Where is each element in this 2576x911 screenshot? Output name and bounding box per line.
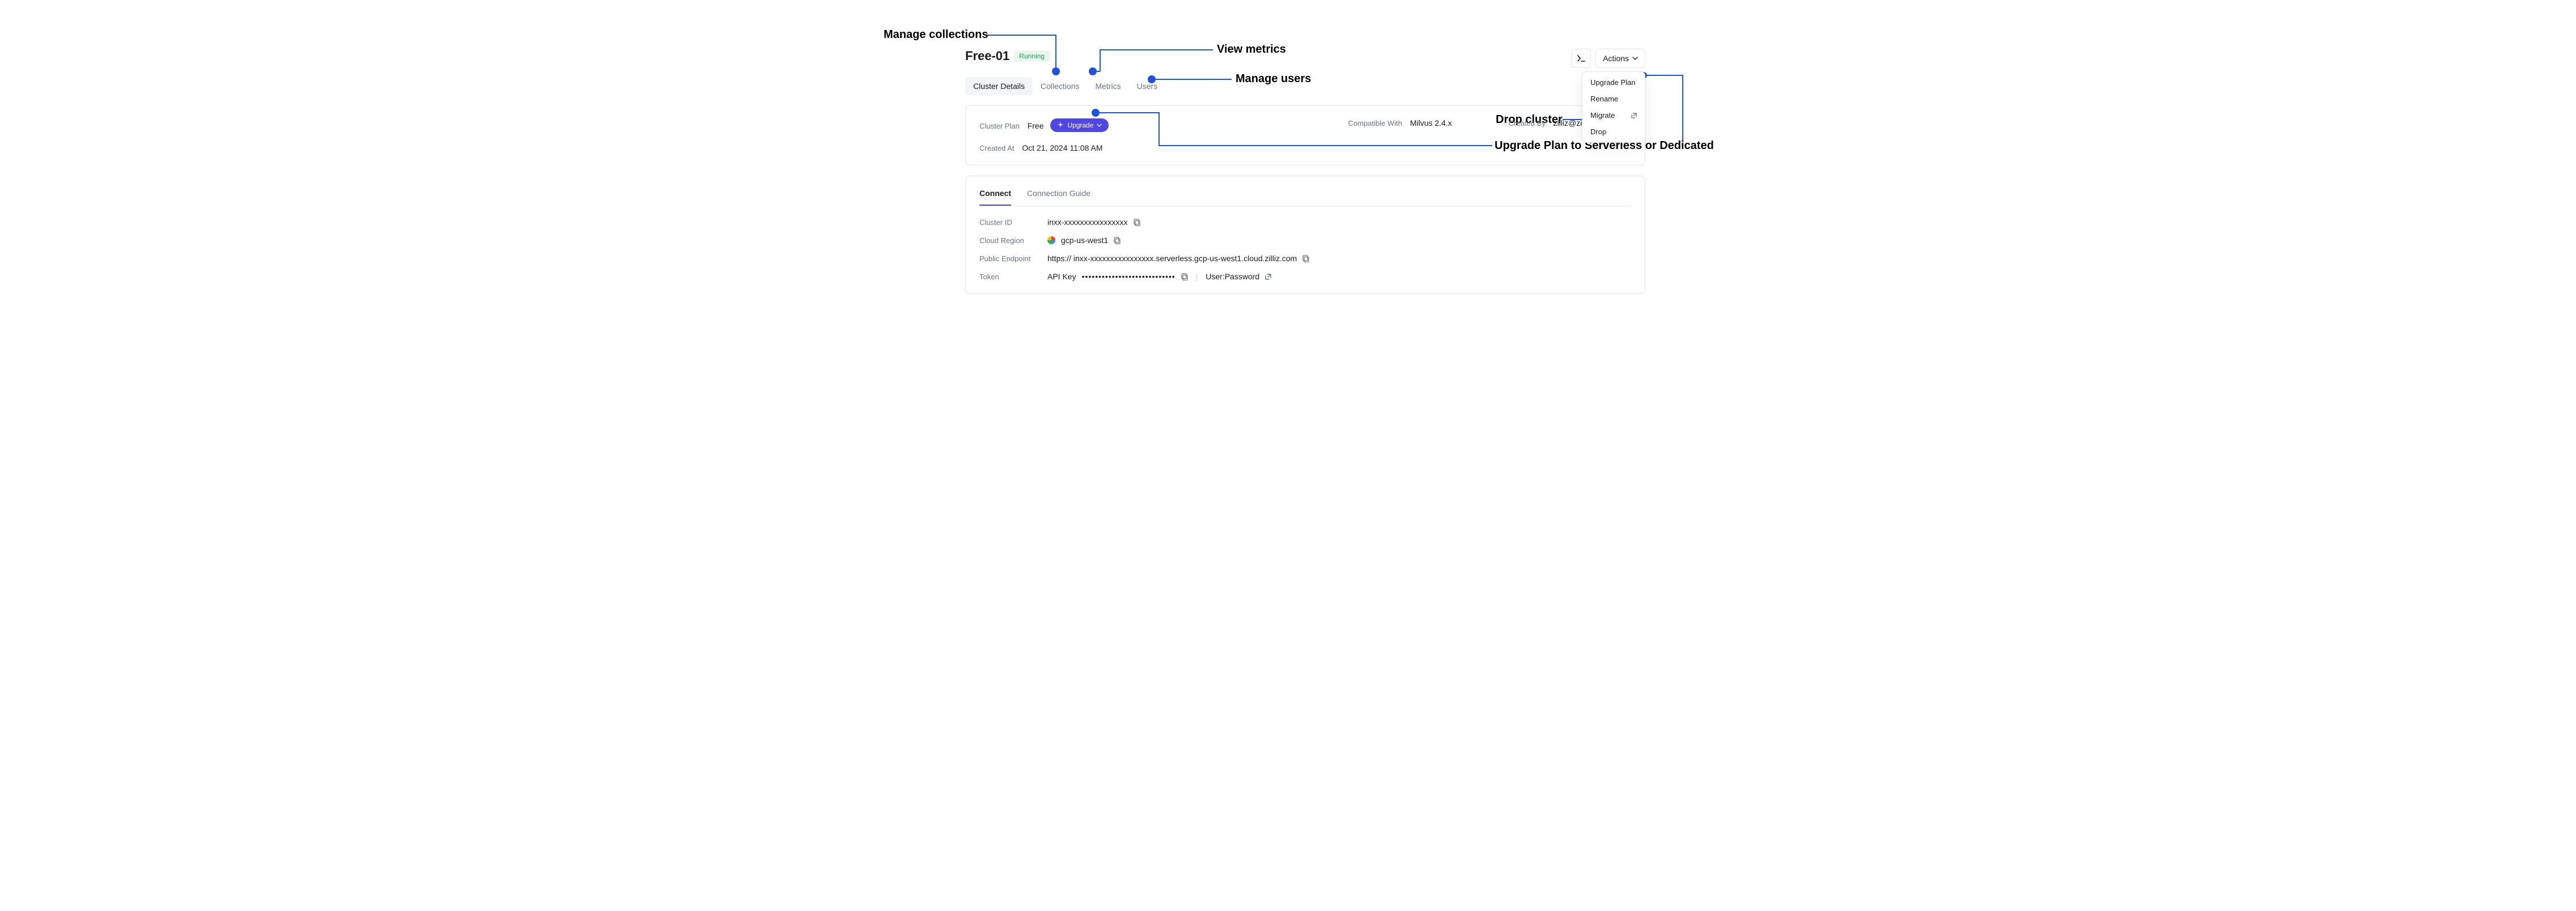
public-endpoint-label: Public Endpoint [979,254,1047,263]
cluster-plan-value: Free [1028,121,1044,130]
external-link-icon [1631,113,1637,118]
menu-migrate[interactable]: Migrate [1582,107,1645,124]
cluster-header: Free-01 Running Actions [965,49,1645,63]
terminal-button[interactable] [1572,49,1591,68]
terminal-icon [1577,55,1585,62]
external-link-icon[interactable] [1265,274,1271,280]
token-masked-value: •••••••••••••••••••••••••••• [1082,272,1175,281]
tab-collections[interactable]: Collections [1033,77,1087,95]
cluster-id-value: inxx-xxxxxxxxxxxxxxxx [1047,218,1128,227]
upgrade-button[interactable]: Upgrade [1050,118,1109,132]
main-tabs: Cluster Details Collections Metrics User… [965,77,1645,95]
connect-sub-tabs: Connect Connection Guide [979,189,1631,206]
sparkle-icon [1057,122,1064,129]
cluster-name: Free-01 [965,49,1009,63]
tab-metrics[interactable]: Metrics [1088,77,1129,95]
cloud-region-value: gcp-us-west1 [1061,236,1108,245]
status-badge: Running [1014,50,1050,62]
sub-tab-guide[interactable]: Connection Guide [1027,189,1090,206]
cloud-region-label: Cloud Region [979,236,1047,245]
created-by-label: Created By [1509,119,1546,127]
token-api-key-label: API Key [1047,272,1076,281]
plan-info-card: Cluster Plan Free Upgrade Compatible Wit… [965,105,1645,165]
copy-icon[interactable] [1302,255,1309,262]
copy-icon[interactable] [1181,273,1188,280]
tab-users[interactable]: Users [1129,77,1166,95]
tab-cluster-details[interactable]: Cluster Details [965,77,1033,95]
menu-upgrade-plan[interactable]: Upgrade Plan [1582,74,1645,91]
copy-icon[interactable] [1114,237,1121,244]
chevron-down-icon [1097,124,1102,127]
gcp-icon [1047,236,1055,244]
menu-upgrade-plan-label: Upgrade Plan [1590,78,1636,87]
actions-button-label: Actions [1603,54,1629,63]
compatible-value: Milvus 2.4.x [1410,118,1452,127]
compatible-label: Compatible With [1348,119,1402,127]
token-userpass-label: User:Password [1206,272,1259,281]
annot-manage-collections: Manage collections [884,28,988,41]
created-at-label: Created At [979,144,1014,152]
token-label: Token [979,273,1047,281]
cluster-plan-label: Cluster Plan [979,122,1020,130]
menu-migrate-label: Migrate [1590,111,1615,120]
chevron-down-icon [1632,57,1638,60]
public-endpoint-value: https:// inxx-xxxxxxxxxxxxxxxx.serverles… [1047,254,1297,263]
menu-drop[interactable]: Drop [1582,124,1645,140]
menu-rename[interactable]: Rename [1582,91,1645,107]
menu-rename-label: Rename [1590,95,1618,103]
connect-card: Connect Connection Guide Cluster ID inxx… [965,176,1645,294]
cluster-id-label: Cluster ID [979,218,1047,227]
created-at-value: Oct 21, 2024 11:08 AM [1022,143,1102,152]
actions-dropdown: Upgrade Plan Rename Migrate [1582,71,1645,143]
menu-drop-label: Drop [1590,127,1606,136]
token-divider: | [1194,272,1200,281]
upgrade-button-label: Upgrade [1067,121,1093,129]
copy-icon[interactable] [1134,219,1140,226]
sub-tab-connect[interactable]: Connect [979,189,1011,206]
actions-button[interactable]: Actions [1595,49,1645,68]
